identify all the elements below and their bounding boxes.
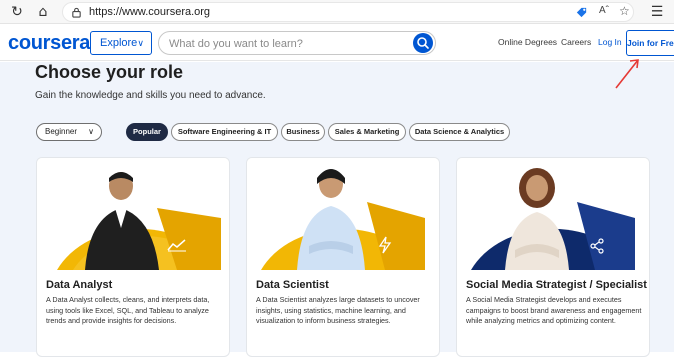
data-scientist-illustration xyxy=(247,158,439,270)
page-title: Choose your role xyxy=(35,62,184,82)
lock-icon[interactable] xyxy=(71,7,82,18)
card-description: A Social Media Strategist develops and e… xyxy=(466,295,642,325)
site-header: coursera Explore ∨ Online Degrees Career… xyxy=(0,25,674,61)
card-description: A Data Scientist analyzes large datasets… xyxy=(256,295,420,325)
lightning-icon xyxy=(378,236,392,254)
search-icon xyxy=(417,37,429,49)
coursera-logo[interactable]: coursera xyxy=(8,32,90,55)
address-bar[interactable]: https://www.coursera.org Aˆ ☆ xyxy=(62,2,634,22)
card-title: Data Scientist xyxy=(256,279,329,291)
chevron-down-icon: ∨ xyxy=(88,127,94,136)
favorite-icon[interactable]: ☆ xyxy=(619,4,630,18)
home-icon[interactable]: ⌂ xyxy=(34,3,52,21)
browser-toolbar: ↻ ⌂ https://www.coursera.org Aˆ ☆ ☰ xyxy=(0,0,674,24)
role-card-data-analyst[interactable]: Data Analyst A Data Analyst collects, cl… xyxy=(36,157,230,357)
read-aloud-icon[interactable]: Aˆ xyxy=(599,5,609,16)
tag-icon[interactable] xyxy=(575,6,588,19)
chip-data-science[interactable]: Data Science & Analytics xyxy=(409,123,510,141)
role-card-data-scientist[interactable]: Data Scientist A Data Scientist analyzes… xyxy=(246,157,440,357)
search-box xyxy=(158,31,436,55)
online-degrees-link[interactable]: Online Degrees xyxy=(498,37,557,47)
card-title: Data Analyst xyxy=(46,279,113,291)
search-input[interactable] xyxy=(169,36,409,51)
role-card-social-media-strategist[interactable]: Social Media Strategist / Specialist A S… xyxy=(456,157,650,357)
data-analyst-illustration xyxy=(37,158,229,270)
explore-label: Explore xyxy=(100,37,138,49)
chip-sales-marketing[interactable]: Sales & Marketing xyxy=(328,123,406,141)
careers-link[interactable]: Careers xyxy=(561,37,591,47)
collections-icon[interactable]: ☰ xyxy=(648,3,666,21)
log-in-link[interactable]: Log In xyxy=(598,37,622,47)
chip-software-engineering[interactable]: Software Engineering & IT xyxy=(171,123,278,141)
social-media-strategist-illustration xyxy=(457,158,649,270)
annotation-arrow-icon xyxy=(615,59,639,89)
join-for-free-button[interactable]: Join for Free xyxy=(626,30,674,56)
search-button[interactable] xyxy=(413,33,433,53)
url-text[interactable]: https://www.coursera.org xyxy=(89,6,210,18)
chevron-down-icon: ∨ xyxy=(137,38,144,48)
chip-popular[interactable]: Popular xyxy=(126,123,168,141)
page-subtitle: Gain the knowledge and skills you need t… xyxy=(35,90,266,101)
card-description: A Data Analyst collects, cleans, and int… xyxy=(46,295,210,325)
level-dropdown-value: Beginner xyxy=(45,127,78,136)
explore-button[interactable]: Explore ∨ xyxy=(90,31,152,55)
role-section: Choose your role Gain the knowledge and … xyxy=(0,62,674,357)
chart-icon xyxy=(167,239,186,252)
level-dropdown[interactable]: Beginner ∨ xyxy=(36,123,102,141)
card-title: Social Media Strategist / Specialist xyxy=(466,279,647,291)
chip-business[interactable]: Business xyxy=(281,123,325,141)
share-icon xyxy=(590,238,604,254)
refresh-icon[interactable]: ↻ xyxy=(8,3,26,21)
